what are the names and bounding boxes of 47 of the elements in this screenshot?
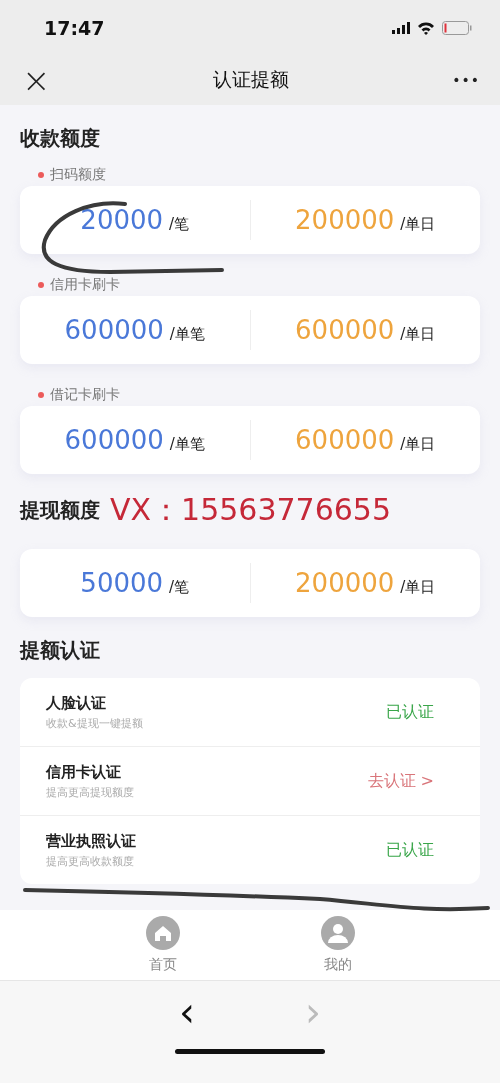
more-button[interactable]: ••• [452,72,480,88]
per-transaction-limit: 20000 [80,205,164,235]
daily-limit: 600000 [295,315,395,345]
section-title: 提额认证 [20,637,101,664]
verified-status: 已认证 [386,701,434,723]
daily-limit: 200000 [295,205,395,235]
unit-label: /笔 [169,215,190,234]
back-button[interactable]: ‹ [171,992,203,1032]
verification-hint: 收款&提现一键提额 [46,715,143,731]
verification-hint: 提高更高收款额度 [46,853,135,869]
daily-limit: 600000 [295,425,395,455]
unit-label: /单笔 [169,325,205,344]
group-label: 扫码额度 [50,166,106,184]
verification-name: 营业执照认证 [46,831,136,851]
per-transaction-limit: 600000 [64,425,164,455]
group-label: 信用卡刷卡 [50,276,120,294]
bullet-icon [38,282,44,288]
verification-name: 人脸认证 [46,693,107,713]
unit-label: /单日 [400,435,436,454]
unit-label: /单日 [400,215,436,234]
wifi-icon [417,20,435,35]
verify-link[interactable]: 去认证 > [367,770,434,792]
group-label: 借记卡刷卡 [50,386,120,404]
status-time: 17:47 [44,16,105,39]
close-button[interactable]: × [22,63,51,97]
per-transaction-limit: 600000 [64,315,164,345]
unit-label: /单日 [400,578,436,597]
tab-item[interactable]: 首页 [145,910,180,980]
user-icon [320,916,355,950]
section-title: 提现额度 [20,497,100,524]
home-icon [145,916,180,950]
verification-hint: 提高更高提现额度 [46,784,134,800]
unit-label: /单笔 [169,435,205,454]
section-title: 收款额度 [20,125,101,152]
bullet-icon [38,172,44,178]
unit-label: /单日 [400,325,436,344]
verified-status: 已认证 [386,839,434,861]
per-transaction-limit: 50000 [80,568,164,598]
battery-icon [442,20,472,35]
tab-item[interactable]: 我的 [320,910,355,980]
verification-name: 信用卡认证 [46,762,122,782]
bullet-icon [38,392,44,398]
overlay-note: VX：15563776655 [110,491,392,529]
daily-limit: 200000 [295,568,395,598]
signal-icon [392,21,410,34]
unit-label: /笔 [169,578,190,597]
page-title: 认证提额 [213,67,290,92]
